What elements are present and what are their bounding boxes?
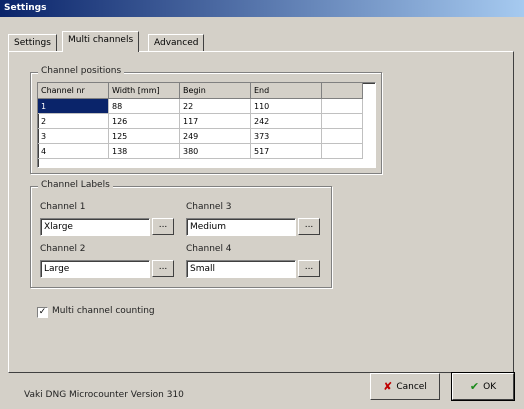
- table-cell[interactable]: 373: [250, 128, 322, 144]
- multi-channel-checkbox[interactable]: ✓: [37, 307, 48, 318]
- table-cell[interactable]: 249: [179, 128, 251, 144]
- title-bar: Settings: [0, 0, 524, 17]
- table-cell[interactable]: 517: [250, 143, 322, 159]
- version-status: Vaki DNG Microcounter Version 310: [24, 390, 184, 400]
- table-cell[interactable]: 126: [108, 113, 180, 129]
- table-row[interactable]: 3 125 249 373: [38, 128, 363, 144]
- column-header[interactable]: [321, 83, 363, 99]
- channel-3-label: Channel 3: [186, 202, 232, 212]
- channel-2-label: Channel 2: [40, 244, 86, 254]
- table-cell[interactable]: 22: [179, 98, 251, 114]
- column-header[interactable]: End: [250, 83, 322, 99]
- channel-1-browse-button[interactable]: ...: [152, 218, 174, 235]
- cancel-button[interactable]: ✘ Cancel: [370, 373, 440, 400]
- table-row[interactable]: 4 138 380 517: [38, 143, 363, 159]
- tab-multi-channels[interactable]: Multi channels: [62, 31, 140, 52]
- channel-3-input[interactable]: Medium: [186, 218, 296, 236]
- table-cell[interactable]: 88: [108, 98, 180, 114]
- channel-labels-label: Channel Labels: [38, 180, 113, 190]
- multi-channel-label: Multi channel counting: [52, 306, 155, 316]
- channel-1-input[interactable]: Xlarge: [40, 218, 150, 236]
- table-cell[interactable]: 380: [179, 143, 251, 159]
- table-cell[interactable]: 4: [38, 143, 109, 159]
- table-cell[interactable]: 242: [250, 113, 322, 129]
- channel-positions-label: Channel positions: [38, 66, 125, 76]
- table-cell[interactable]: 117: [179, 113, 251, 129]
- column-header[interactable]: Begin: [179, 83, 251, 99]
- table-cell[interactable]: [321, 128, 363, 144]
- table-cell[interactable]: 2: [38, 113, 109, 129]
- table-cell[interactable]: 3: [38, 128, 109, 144]
- tab-settings[interactable]: Settings: [8, 34, 57, 51]
- channel-1-label: Channel 1: [40, 202, 86, 212]
- channel-2-browse-button[interactable]: ...: [152, 260, 174, 277]
- ok-button[interactable]: ✔ OK: [451, 372, 515, 401]
- x-icon: ✘: [383, 380, 393, 393]
- window-title: Settings: [4, 3, 47, 13]
- check-icon: ✔: [469, 380, 480, 393]
- table-row[interactable]: 1 88 22 110: [38, 98, 363, 114]
- channel-3-browse-button[interactable]: ...: [298, 218, 320, 235]
- column-header[interactable]: Channel nr: [38, 83, 109, 99]
- ok-label: OK: [483, 381, 497, 392]
- table-cell[interactable]: 138: [108, 143, 180, 159]
- table-cell[interactable]: [321, 98, 363, 114]
- table-cell[interactable]: 1: [38, 98, 109, 114]
- table-cell[interactable]: [321, 113, 363, 129]
- table-cell[interactable]: 125: [108, 128, 180, 144]
- channel-4-input[interactable]: Small: [186, 260, 296, 278]
- channel-positions-grid[interactable]: Channel nr Width [mm] Begin End 1 88 22 …: [37, 82, 376, 168]
- table-cell[interactable]: [321, 143, 363, 159]
- column-header[interactable]: Width [mm]: [108, 83, 180, 99]
- cancel-label: Cancel: [396, 381, 427, 392]
- table-cell[interactable]: 110: [250, 98, 322, 114]
- channel-4-label: Channel 4: [186, 244, 232, 254]
- table-row[interactable]: 2 126 117 242: [38, 113, 363, 129]
- tab-advanced[interactable]: Advanced: [148, 34, 205, 51]
- channel-4-browse-button[interactable]: ...: [298, 260, 320, 277]
- channel-2-input[interactable]: Large: [40, 260, 150, 278]
